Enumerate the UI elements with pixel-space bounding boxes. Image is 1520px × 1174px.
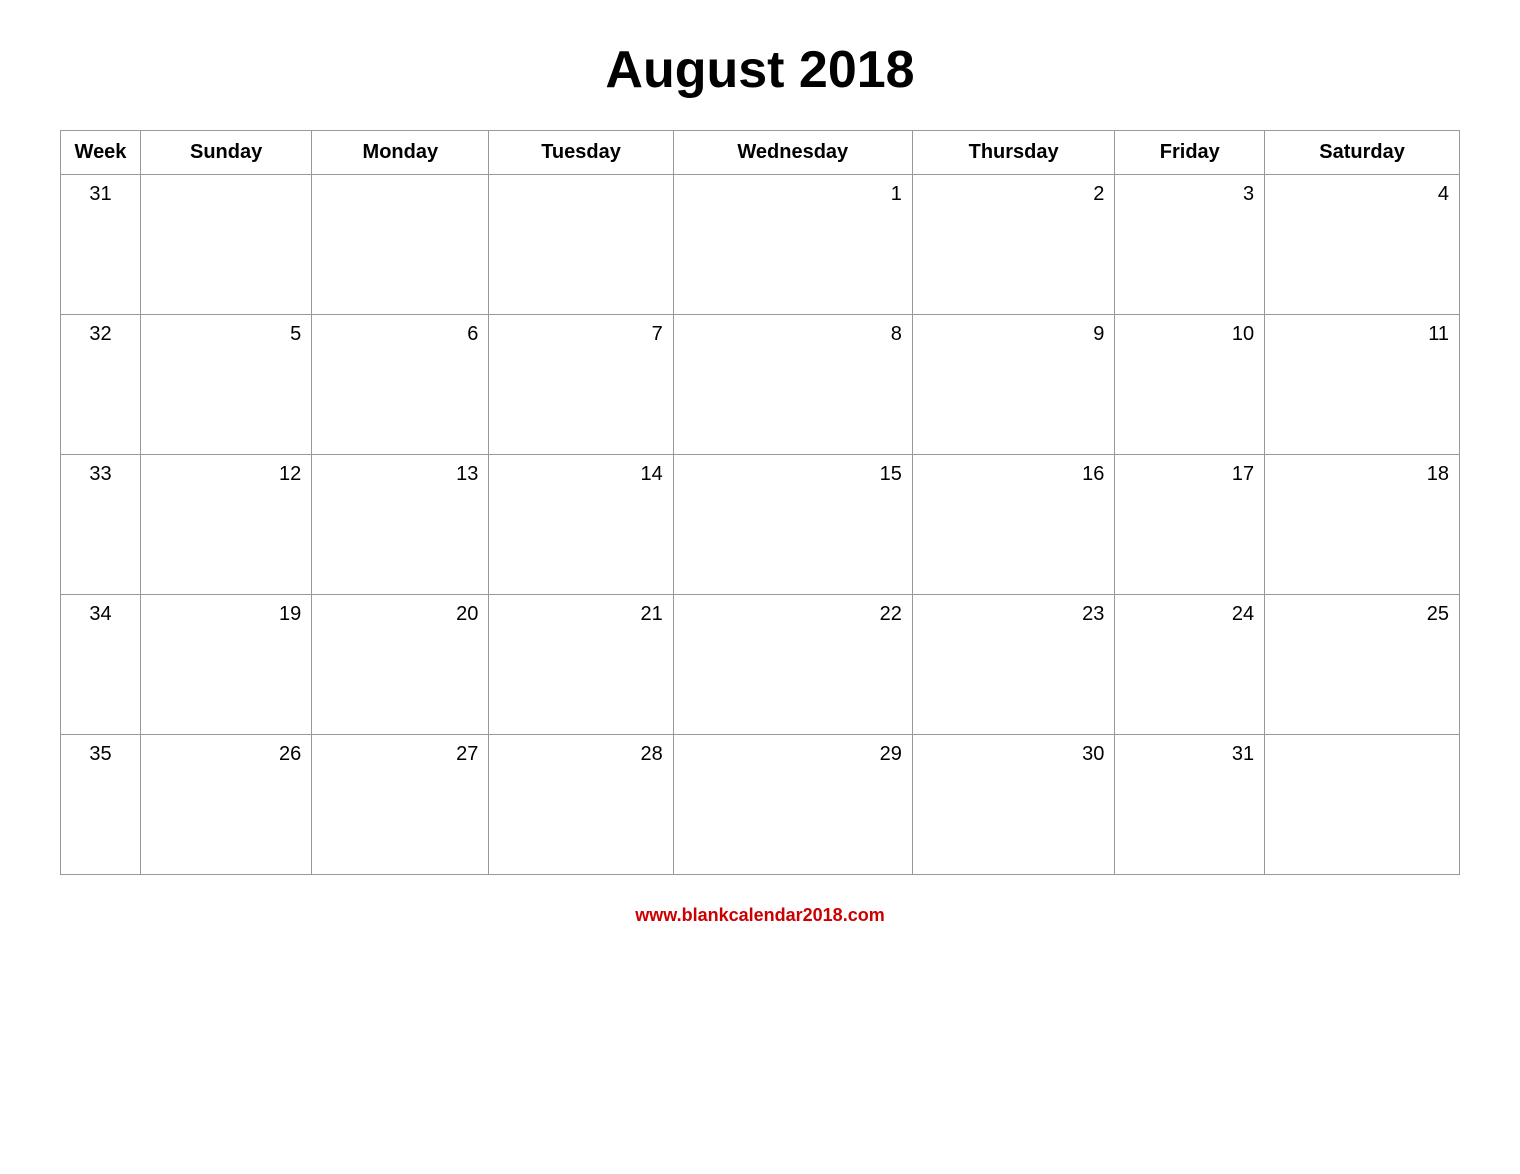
week-row: 34 19 20 21 22 23 24 25 xyxy=(61,595,1460,735)
day-cell: 17 xyxy=(1115,455,1265,595)
day-cell: 15 xyxy=(673,455,912,595)
day-cell: 9 xyxy=(912,315,1115,455)
week-row: 33 12 13 14 15 16 17 18 xyxy=(61,455,1460,595)
day-number: 18 xyxy=(1275,463,1449,486)
day-cell: 6 xyxy=(312,315,489,455)
day-number: 19 xyxy=(151,603,301,626)
day-cell: 28 xyxy=(489,735,673,875)
day-cell: 2 xyxy=(912,175,1115,315)
day-cell: 30 xyxy=(912,735,1115,875)
week-number: 32 xyxy=(61,315,141,455)
week-number: 35 xyxy=(61,735,141,875)
day-cell: 3 xyxy=(1115,175,1265,315)
header-row: WeekSundayMondayTuesdayWednesdayThursday… xyxy=(61,131,1460,175)
day-cell xyxy=(489,175,673,315)
day-cell: 18 xyxy=(1265,455,1460,595)
day-cell: 5 xyxy=(141,315,312,455)
header-sunday: Sunday xyxy=(141,131,312,175)
week-row: 35 26 27 28 29 30 31 xyxy=(61,735,1460,875)
calendar-title: August 2018 xyxy=(605,40,914,100)
day-cell: 29 xyxy=(673,735,912,875)
day-number: 25 xyxy=(1275,603,1449,626)
day-cell: 12 xyxy=(141,455,312,595)
day-cell: 1 xyxy=(673,175,912,315)
day-number: 30 xyxy=(923,743,1105,766)
week-number: 31 xyxy=(61,175,141,315)
header-saturday: Saturday xyxy=(1265,131,1460,175)
day-cell: 26 xyxy=(141,735,312,875)
day-cell: 19 xyxy=(141,595,312,735)
day-number: 4 xyxy=(1275,183,1449,206)
day-number: 5 xyxy=(151,323,301,346)
day-cell: 4 xyxy=(1265,175,1460,315)
day-cell: 16 xyxy=(912,455,1115,595)
week-row: 31 1234 xyxy=(61,175,1460,315)
day-cell: 11 xyxy=(1265,315,1460,455)
day-cell: 24 xyxy=(1115,595,1265,735)
day-cell: 22 xyxy=(673,595,912,735)
day-number: 6 xyxy=(322,323,478,346)
week-row: 32 56789 10 11 xyxy=(61,315,1460,455)
day-number: 10 xyxy=(1125,323,1254,346)
header-week: Week xyxy=(61,131,141,175)
day-number: 21 xyxy=(499,603,662,626)
day-number: 14 xyxy=(499,463,662,486)
day-cell xyxy=(141,175,312,315)
day-cell: 27 xyxy=(312,735,489,875)
week-number: 34 xyxy=(61,595,141,735)
day-cell: 10 xyxy=(1115,315,1265,455)
day-number: 24 xyxy=(1125,603,1254,626)
header-friday: Friday xyxy=(1115,131,1265,175)
day-number: 29 xyxy=(684,743,902,766)
day-number: 9 xyxy=(923,323,1105,346)
header-tuesday: Tuesday xyxy=(489,131,673,175)
day-number: 27 xyxy=(322,743,478,766)
day-number: 22 xyxy=(684,603,902,626)
day-number: 26 xyxy=(151,743,301,766)
day-cell: 13 xyxy=(312,455,489,595)
day-number: 15 xyxy=(684,463,902,486)
footer-link[interactable]: www.blankcalendar2018.com xyxy=(635,905,884,926)
header-wednesday: Wednesday xyxy=(673,131,912,175)
day-cell: 25 xyxy=(1265,595,1460,735)
day-cell: 20 xyxy=(312,595,489,735)
day-cell xyxy=(312,175,489,315)
day-number: 23 xyxy=(923,603,1105,626)
day-number: 28 xyxy=(499,743,662,766)
day-cell: 7 xyxy=(489,315,673,455)
day-number: 3 xyxy=(1125,183,1254,206)
day-number: 1 xyxy=(684,183,902,206)
calendar-table: WeekSundayMondayTuesdayWednesdayThursday… xyxy=(60,130,1460,875)
day-number: 11 xyxy=(1275,323,1449,346)
day-cell: 14 xyxy=(489,455,673,595)
day-number: 20 xyxy=(322,603,478,626)
day-cell: 31 xyxy=(1115,735,1265,875)
day-cell: 23 xyxy=(912,595,1115,735)
day-number: 16 xyxy=(923,463,1105,486)
day-cell xyxy=(1265,735,1460,875)
day-cell: 21 xyxy=(489,595,673,735)
day-number: 31 xyxy=(1125,743,1254,766)
day-number: 12 xyxy=(151,463,301,486)
week-number: 33 xyxy=(61,455,141,595)
header-thursday: Thursday xyxy=(912,131,1115,175)
day-number: 8 xyxy=(684,323,902,346)
day-number: 2 xyxy=(923,183,1105,206)
day-number: 13 xyxy=(322,463,478,486)
day-number: 7 xyxy=(499,323,662,346)
day-cell: 8 xyxy=(673,315,912,455)
header-monday: Monday xyxy=(312,131,489,175)
day-number: 17 xyxy=(1125,463,1254,486)
